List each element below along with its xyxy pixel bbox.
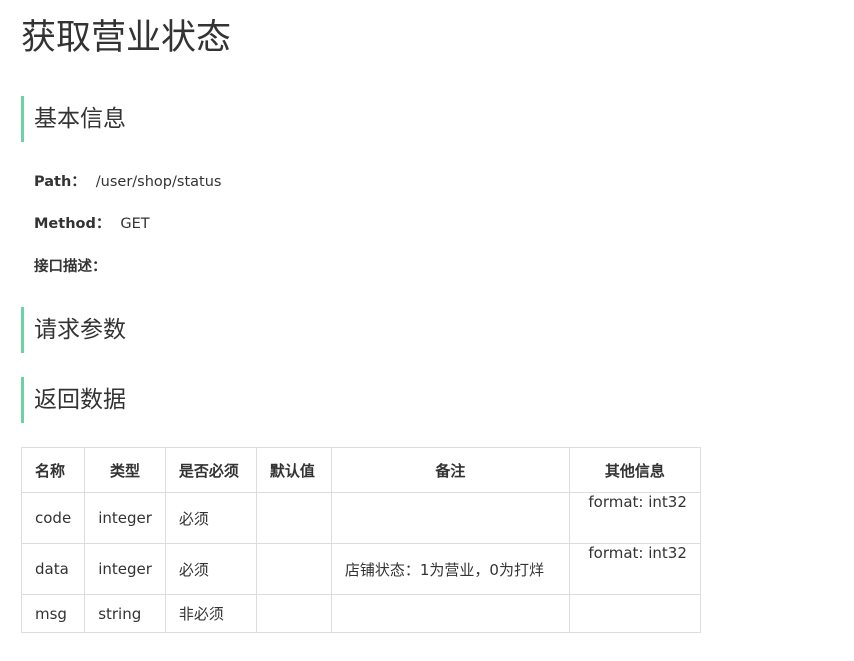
cell-type: integer: [84, 492, 166, 544]
page-title: 获取营业状态: [21, 18, 232, 58]
path-value: /user/shop/status: [95, 174, 222, 190]
section-basic-info: 基本信息: [21, 96, 126, 142]
description-line: 接口描述：: [34, 257, 107, 277]
cell-other: format: int32: [568, 492, 701, 544]
cell-type: string: [84, 594, 166, 633]
method-label: Method：: [34, 216, 111, 232]
response-table: 名称 类型 是否必须 默认值 备注 其他信息 code integer 必须 f…: [20, 447, 701, 633]
cell-default: [255, 492, 332, 544]
path-label: Path：: [34, 174, 86, 190]
header-type: 类型: [84, 447, 166, 493]
header-remark: 备注: [330, 447, 570, 493]
path-line: Path： /user/shop/status: [34, 172, 221, 192]
section-request-params: 请求参数: [21, 307, 126, 353]
header-required: 是否必须: [164, 447, 257, 493]
cell-default: [255, 543, 332, 595]
cell-required: 必须: [164, 492, 257, 544]
cell-required: 必须: [164, 543, 257, 595]
cell-remark: [330, 594, 570, 633]
header-other: 其他信息: [568, 447, 701, 493]
cell-remark: [330, 492, 570, 544]
table-row: code integer 必须 format: int32: [20, 492, 701, 544]
cell-name: msg: [20, 594, 86, 633]
cell-remark: 店铺状态：1为营业，0为打烊: [330, 543, 570, 595]
method-value: GET: [120, 216, 150, 232]
cell-name: code: [20, 492, 86, 544]
cell-required: 非必须: [164, 594, 257, 633]
description-label: 接口描述：: [34, 259, 107, 275]
section-response-data: 返回数据: [21, 377, 126, 423]
header-default: 默认值: [255, 447, 332, 493]
table-row: msg string 非必须: [20, 594, 701, 633]
table-header-row: 名称 类型 是否必须 默认值 备注 其他信息: [20, 447, 701, 493]
method-line: Method： GET: [34, 214, 150, 234]
cell-type: integer: [84, 543, 166, 595]
cell-other: format: int32: [568, 543, 701, 595]
cell-other: [568, 594, 701, 633]
cell-default: [255, 594, 332, 633]
cell-name: data: [20, 543, 86, 595]
header-name: 名称: [20, 447, 86, 493]
table-row: data integer 必须 店铺状态：1为营业，0为打烊 format: i…: [20, 543, 701, 595]
